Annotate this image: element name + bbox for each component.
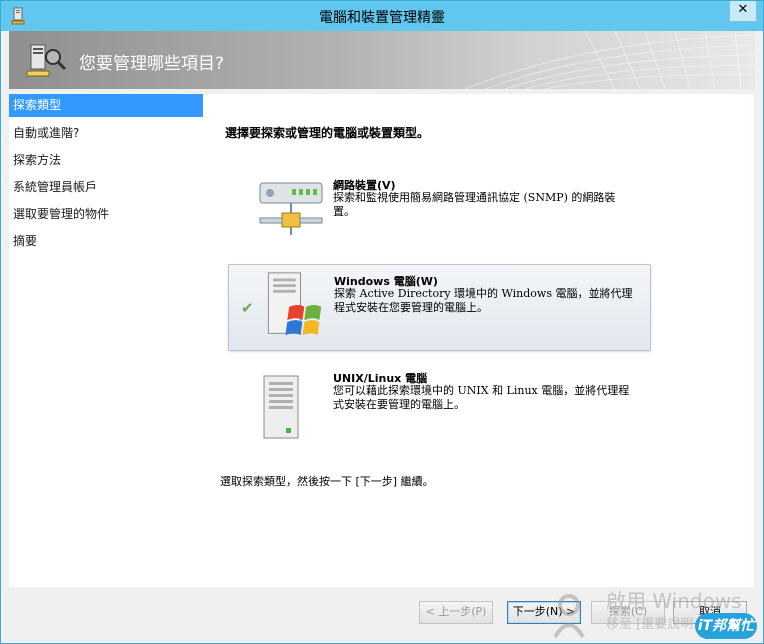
option-description: 探索和監視使用簡易網路管理通訊協定 (SNMP) 的網路裝置。 — [333, 191, 616, 218]
unix-server-icon — [263, 375, 299, 439]
activation-watermark-subtitle: 移至 [重要說明 — [606, 617, 694, 632]
window-title: 電腦和裝置管理精靈 — [319, 10, 445, 26]
sidebar-item-discovery-method[interactable]: 探索方法 — [9, 148, 203, 175]
selection-prompt: 選擇要探索或管理的電腦或裝置類型。 — [225, 126, 430, 140]
title-bar[interactable]: 電腦和裝置管理精靈 ✕ — [1, 1, 763, 31]
option-description: 您可以藉此探索環境中的 UNIX 和 Linux 電腦，並將代理程式安裝在要管理… — [333, 384, 630, 411]
option-windows-computer[interactable]: ✔ Windows 電腦(W) 探索 Active Directory 環境中的… — [228, 264, 651, 351]
watermark-person-icon — [553, 594, 585, 639]
sidebar-item-summary[interactable]: 摘要 — [9, 229, 203, 256]
main-content: 選擇要探索或管理的電腦或裝置類型。 網路裝置(V) 探索和監視使用簡易網路管理通… — [203, 94, 754, 587]
network-device-icon — [259, 182, 323, 235]
close-button[interactable]: ✕ — [729, 1, 757, 22]
server-search-icon — [26, 44, 67, 77]
option-description: 探索 Active Directory 環境中的 Windows 電腦，並將代理… — [334, 287, 633, 314]
instruction-text: 選取探索類型，然後按一下 [下一步] 繼續。 — [220, 475, 434, 488]
wizard-steps-sidebar: 探索類型 自動或進階? 探索方法 系統管理員帳戶 選取要管理的物件 摘要 — [9, 94, 203, 587]
sidebar-item-auto-or-advanced[interactable]: 自動或進階? — [9, 121, 203, 148]
decorative-mesh — [465, 31, 755, 89]
sidebar-item-select-objects[interactable]: 選取要管理的物件 — [9, 202, 203, 229]
checkmark-icon: ✔ — [241, 299, 254, 317]
windows-computer-icon — [267, 272, 322, 336]
ithome-logo: iT邦幫忙 — [695, 613, 757, 639]
sidebar-item-discovery-type[interactable]: 探索類型 — [9, 94, 203, 117]
sidebar-item-admin-account[interactable]: 系統管理員帳戶 — [9, 175, 203, 202]
page-heading: 您要管理哪些項目? — [79, 54, 225, 74]
wizard-window: 電腦和裝置管理精靈 ✕ 您要管理哪些項目? 探索類型 自動或進階? 探索方法 系… — [0, 0, 764, 644]
activation-watermark-title: 啟用 Windows — [606, 589, 742, 613]
option-unix-linux-computer[interactable]: UNIX/Linux 電腦 您可以藉此探索環境中的 UNIX 和 Linux 電… — [228, 364, 649, 449]
option-network-device[interactable]: 網路裝置(V) 探索和監視使用簡易網路管理通訊協定 (SNMP) 的網路裝置。 — [228, 169, 649, 254]
back-button[interactable]: < 上一步(P) — [419, 601, 493, 624]
header-banner: 您要管理哪些項目? — [9, 31, 755, 89]
